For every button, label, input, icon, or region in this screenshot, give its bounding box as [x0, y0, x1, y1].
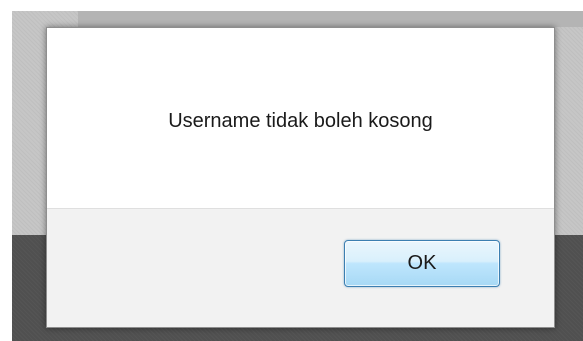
ok-button[interactable]: OK [344, 240, 500, 287]
alert-dialog-body: Username tidak boleh kosong [47, 28, 554, 209]
alert-message: Username tidak boleh kosong [168, 110, 433, 132]
alert-dialog: Username tidak boleh kosong OK [46, 27, 555, 328]
backdrop-top-strip [0, 0, 583, 11]
backdrop-header-bar [78, 11, 583, 27]
